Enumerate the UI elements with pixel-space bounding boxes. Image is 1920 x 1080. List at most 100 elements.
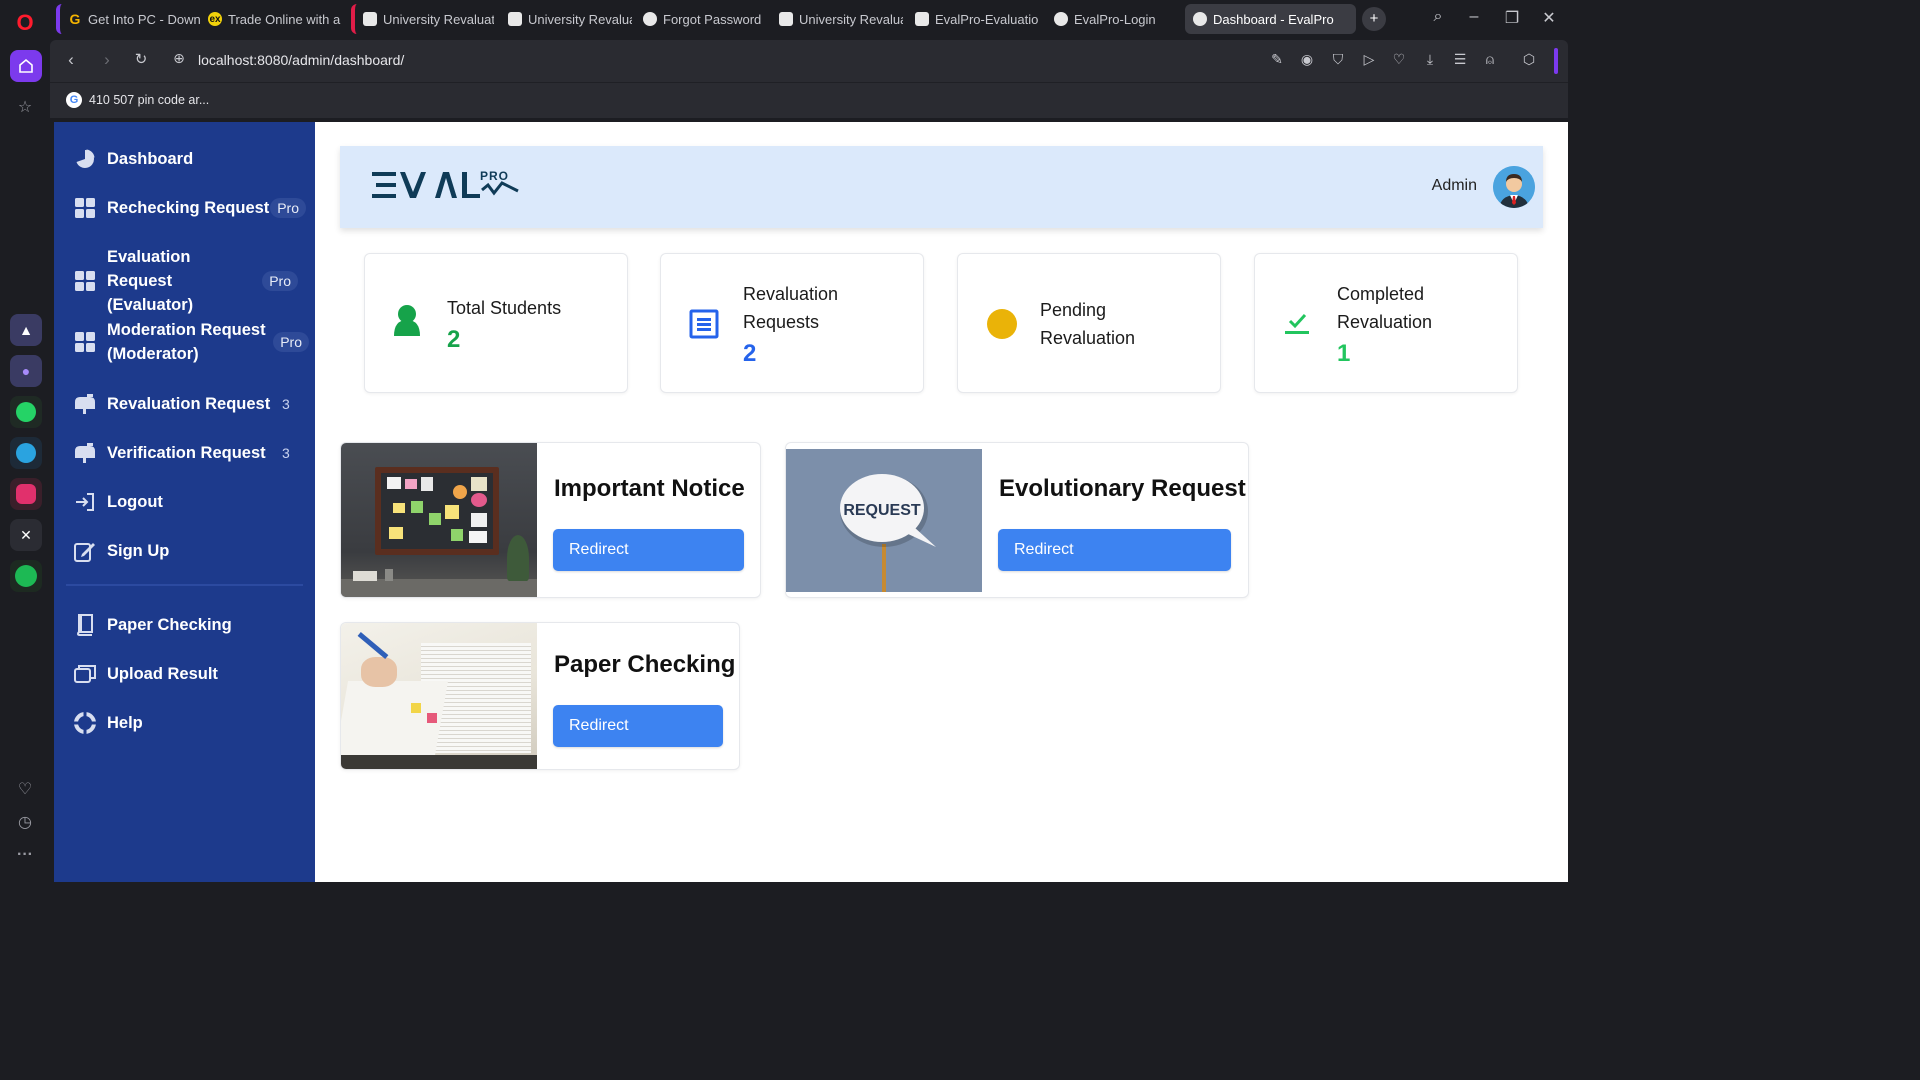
- new-tab-button[interactable]: +: [1362, 7, 1386, 31]
- tab-4[interactable]: Forgot Password: [635, 4, 765, 34]
- sidebar-item-verification-request[interactable]: Verification Request 3: [74, 441, 306, 465]
- download-icon[interactable]: ⤓: [1421, 51, 1439, 68]
- sidebar-item-logout[interactable]: Logout: [74, 490, 306, 514]
- whatsapp-icon[interactable]: [10, 396, 42, 428]
- opera-logo-icon[interactable]: O: [10, 8, 40, 38]
- stat-value: 1: [1337, 340, 1351, 367]
- tab-label: University Revaluat: [528, 11, 632, 27]
- window-icon: [74, 663, 96, 685]
- stat-title: Revaluation Requests: [743, 284, 839, 332]
- tab-6[interactable]: EvalPro-Evaluation: [907, 4, 1039, 34]
- instagram-icon[interactable]: [10, 478, 42, 510]
- tab-label: Trade Online with a: [228, 11, 341, 27]
- stat-value: 2: [447, 326, 461, 353]
- globe-favicon-icon: [1054, 12, 1068, 26]
- sidebar-item-paper-checking[interactable]: Paper Checking: [74, 613, 306, 637]
- tab-3[interactable]: University Revaluat: [500, 4, 632, 34]
- x-twitter-icon[interactable]: ✕: [10, 519, 42, 551]
- reload-button[interactable]: ↻: [130, 50, 152, 68]
- tab-strip: G Get Into PC - Down ex Trade Online wit…: [50, 0, 1568, 40]
- sidebar-item-evaluation-request[interactable]: Evaluation Request (Evaluator) Pro: [74, 245, 298, 317]
- messenger-icon[interactable]: ●: [10, 355, 42, 387]
- stat-title: Completed Revaluation: [1337, 284, 1433, 332]
- stat-card-completed-revaluation[interactable]: Completed Revaluation 1: [1254, 253, 1518, 393]
- sidebar-item-label: Logout: [107, 493, 163, 511]
- star-icon[interactable]: ☆: [10, 92, 40, 122]
- url-input[interactable]: localhost:8080/admin/dashboard/: [198, 52, 404, 68]
- stat-card-total-students[interactable]: Total Students 2: [364, 253, 628, 393]
- card-title: Evolutionary Request: [999, 475, 1246, 502]
- page-viewport: Dashboard Rechecking Request Pro Evaluat…: [54, 122, 1568, 882]
- image-text: REQUEST: [843, 502, 921, 519]
- tab-label: University Revaluat: [799, 11, 903, 27]
- more-icon[interactable]: ···: [10, 840, 40, 870]
- site-info-icon[interactable]: ⊕: [168, 50, 190, 67]
- restore-button[interactable]: ❐: [1500, 8, 1524, 28]
- stat-card-pending-revaluation[interactable]: Pending Revaluation: [957, 253, 1221, 393]
- tab-5[interactable]: University Revaluat: [771, 4, 903, 34]
- evalpro-logo[interactable]: PRO: [372, 168, 522, 209]
- bookmark-label: 410 507 pin code ar...: [89, 93, 210, 107]
- sidebar-item-label: Moderation Request (Moderator): [107, 321, 266, 363]
- sidebar-item-sign-up[interactable]: Sign Up: [74, 539, 306, 563]
- google-icon: G: [66, 92, 82, 108]
- minimize-button[interactable]: –: [1462, 8, 1486, 26]
- spotify-icon[interactable]: [10, 560, 42, 592]
- sidebar-item-rechecking-request[interactable]: Rechecking Request Pro: [74, 196, 306, 220]
- sidebar-item-label: Sign Up: [107, 542, 170, 560]
- tab-label: EvalPro-Evaluation: [935, 11, 1039, 27]
- extensions-icon[interactable]: ⬡: [1520, 51, 1538, 68]
- mailbox-icon: [74, 393, 96, 415]
- tab-label: Dashboard - EvalPro: [1213, 11, 1334, 27]
- close-button[interactable]: ✕: [1537, 8, 1561, 28]
- redirect-button[interactable]: Redirect: [553, 529, 744, 571]
- user-icon: [393, 304, 421, 341]
- sidebar-item-moderation-request[interactable]: Moderation Request (Moderator) Pro: [74, 318, 309, 366]
- tab-2[interactable]: University Revaluat: [351, 4, 494, 34]
- g-favicon-icon: G: [69, 11, 81, 27]
- count-badge: 3: [282, 396, 290, 412]
- page-favicon-icon: [363, 12, 377, 26]
- bookmark-item[interactable]: G 410 507 pin code ar...: [66, 92, 209, 108]
- pro-badge: Pro: [273, 332, 309, 352]
- stat-value: 2: [743, 340, 757, 367]
- tab-8-active[interactable]: Dashboard - EvalPro: [1185, 4, 1356, 34]
- shield-icon[interactable]: ⛉: [1329, 51, 1347, 68]
- paper-checking-image: [341, 623, 537, 769]
- exness-favicon-icon: ex: [208, 12, 222, 26]
- telegram-icon[interactable]: [10, 437, 42, 469]
- tab-0[interactable]: G Get Into PC - Down: [56, 4, 200, 34]
- sidebar-item-upload-result[interactable]: Upload Result: [74, 662, 306, 686]
- profile-icon[interactable]: ⍝: [1481, 51, 1499, 68]
- tab-1[interactable]: ex Trade Online with a: [200, 4, 345, 34]
- easy-setup-icon[interactable]: ☰: [1451, 51, 1469, 68]
- sidebar-item-help[interactable]: Help: [74, 711, 306, 735]
- back-button[interactable]: ‹: [60, 50, 82, 70]
- sidebar-toggle[interactable]: [1554, 48, 1558, 74]
- card-title: Paper Checking: [554, 651, 736, 678]
- admin-avatar[interactable]: [1493, 166, 1535, 208]
- search-icon[interactable]: ⌕: [1426, 8, 1450, 26]
- card-paper-checking: Paper Checking Redirect: [340, 622, 740, 770]
- history-icon[interactable]: ◷: [10, 807, 40, 837]
- heart-icon[interactable]: ♡: [1390, 51, 1408, 68]
- mailbox-icon: [74, 442, 96, 464]
- tab-7[interactable]: EvalPro-Login: [1046, 4, 1174, 34]
- sidebar-item-dashboard[interactable]: Dashboard: [74, 147, 306, 171]
- redirect-button[interactable]: Redirect: [553, 705, 723, 747]
- logout-icon: [74, 491, 96, 513]
- play-icon[interactable]: ▷: [1360, 51, 1378, 68]
- sidebar-item-revaluation-request[interactable]: Revaluation Request 3: [74, 392, 306, 416]
- list-icon: [689, 309, 719, 344]
- forward-button[interactable]: ›: [96, 50, 118, 70]
- redirect-button[interactable]: Redirect: [998, 529, 1231, 571]
- camera-icon[interactable]: ◉: [1298, 51, 1316, 68]
- card-important-notice: Important Notice Redirect: [340, 442, 761, 598]
- heart-icon[interactable]: ♡: [10, 774, 40, 804]
- edit-icon[interactable]: ✎: [1268, 51, 1286, 68]
- globe-favicon-icon: [643, 12, 657, 26]
- home-icon[interactable]: [10, 50, 42, 82]
- request-bubble-image: REQUEST: [786, 449, 982, 592]
- stat-card-revaluation-requests[interactable]: Revaluation Requests 2: [660, 253, 924, 393]
- aria-app-icon[interactable]: ▲: [10, 314, 42, 346]
